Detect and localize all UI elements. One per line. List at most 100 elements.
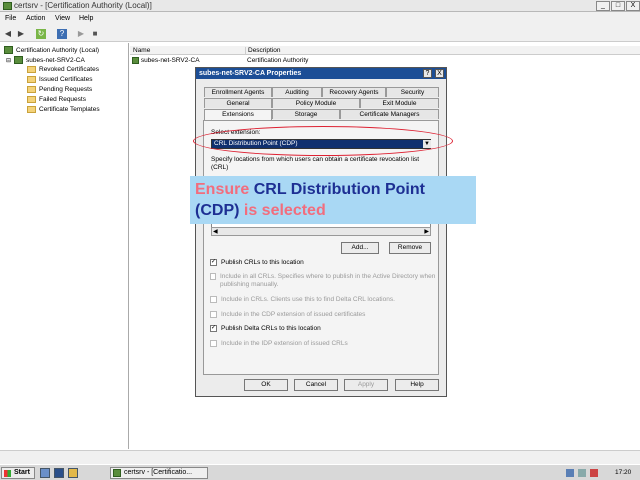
menu-file[interactable]: File: [5, 15, 16, 22]
menu-action[interactable]: Action: [26, 15, 45, 22]
option-label: Include in all CRLs. Specifies where to …: [219, 273, 436, 288]
dialog-title: subes-net-SRV2-CA Properties: [196, 68, 446, 79]
refresh-icon[interactable]: ↻: [36, 29, 46, 39]
option-include-in-all-crls[interactable]: Include in all CRLs. Specifies where to …: [210, 273, 440, 289]
action-center-icon[interactable]: [590, 469, 598, 477]
tab-auditing[interactable]: Auditing: [272, 87, 322, 97]
menu-view[interactable]: View: [55, 15, 70, 22]
extension-description: Specify locations from which users can o…: [211, 156, 420, 171]
window-title-bar: certsrv - [Certification Authority (Loca…: [0, 0, 640, 12]
clock[interactable]: 17:20: [615, 469, 631, 476]
forward-icon[interactable]: ▶: [16, 29, 26, 39]
tab-general[interactable]: General: [204, 98, 272, 108]
tab-exit-module[interactable]: Exit Module: [360, 98, 439, 108]
tree-item-issued[interactable]: Issued Certificates: [27, 76, 92, 83]
tree-item-label: Issued Certificates: [39, 76, 93, 83]
scroll-right-icon[interactable]: ▶: [424, 228, 429, 235]
ca-server-icon: [14, 56, 24, 64]
console-tree: Certification Authority (Local) ⊟ subes-…: [0, 43, 129, 449]
callout-cdp-abbr: (CDP): [195, 202, 240, 219]
tab-policy-module[interactable]: Policy Module: [272, 98, 360, 108]
option-include-cdp[interactable]: Include in the CDP extension of issued c…: [210, 311, 365, 318]
status-bar: [0, 450, 640, 464]
instruction-callout: Ensure CRL Distribution Point (CDP) is s…: [190, 176, 476, 224]
add-button[interactable]: Add...: [341, 242, 379, 254]
tab-storage[interactable]: Storage: [272, 109, 340, 119]
menu-help[interactable]: Help: [79, 15, 93, 22]
list-item[interactable]: subes-net-SRV2-CA Certification Authorit…: [132, 57, 308, 65]
tree-item-revoked[interactable]: Revoked Certificates: [27, 66, 99, 73]
tree-item-label: Revoked Certificates: [39, 66, 99, 73]
toolbar: ◀ ▶ ↻ ? ▶ ■: [0, 26, 640, 42]
tab-extensions[interactable]: Extensions: [204, 109, 272, 120]
option-publish-crls[interactable]: ✓ Publish CRLs to this location: [210, 259, 304, 266]
option-include-in-crls[interactable]: Include in CRLs. Clients use this to fin…: [210, 296, 395, 303]
window-title: certsrv - [Certification Authority (Loca…: [14, 1, 152, 10]
tree-item-templates[interactable]: Certificate Templates: [27, 106, 100, 113]
help-icon[interactable]: ?: [57, 29, 67, 39]
tab-recovery-agents[interactable]: Recovery Agents: [322, 87, 386, 97]
list-item-name: subes-net-SRV2-CA: [140, 57, 200, 65]
tab-certificate-managers[interactable]: Certificate Managers: [340, 109, 439, 119]
column-name[interactable]: Name: [133, 47, 150, 54]
column-header: Name Description: [130, 46, 640, 55]
minimize-button[interactable]: _: [596, 1, 610, 11]
taskbar-certsrv-label: certsrv - [Certificatio...: [124, 469, 193, 476]
tree-item-pending[interactable]: Pending Requests: [27, 86, 92, 93]
network-icon[interactable]: [566, 469, 574, 477]
folder-icon: [27, 96, 36, 103]
option-publish-delta-crls[interactable]: ✓ Publish Delta CRLs to this location: [210, 325, 321, 332]
explorer-icon[interactable]: [68, 468, 78, 478]
properties-dialog: subes-net-SRV2-CA Properties ? X Enrollm…: [195, 67, 447, 397]
tree-item-label: Pending Requests: [39, 86, 93, 93]
back-icon[interactable]: ◀: [3, 29, 13, 39]
list-item-description: Certification Authority: [247, 57, 309, 64]
ca-icon: [132, 57, 139, 64]
checkbox-publish-crls[interactable]: ✓: [210, 259, 217, 266]
start-button[interactable]: Start: [1, 467, 35, 479]
folder-icon: [27, 86, 36, 93]
apply-button[interactable]: Apply: [344, 379, 388, 391]
close-button[interactable]: X: [626, 1, 640, 11]
menu-bar: File Action View Help: [0, 12, 640, 26]
checkbox-include-idp[interactable]: [210, 340, 217, 347]
option-include-idp[interactable]: Include in the IDP extension of issued C…: [210, 340, 348, 347]
checkbox-include-cdp[interactable]: [210, 311, 217, 318]
server-manager-icon[interactable]: [40, 468, 50, 478]
tree-root[interactable]: Certification Authority (Local): [4, 46, 99, 54]
dialog-close-button[interactable]: X: [435, 69, 444, 78]
certsrv-task-icon: [113, 469, 121, 477]
column-description[interactable]: Description: [245, 47, 281, 54]
ca-root-icon: [4, 46, 13, 54]
tab-enrollment-agents[interactable]: Enrollment Agents: [204, 87, 272, 97]
option-label: Include in CRLs. Clients use this to fin…: [221, 296, 395, 303]
dialog-help-button[interactable]: ?: [423, 69, 432, 78]
tree-ca-node[interactable]: ⊟ subes-net-SRV2-CA: [6, 56, 85, 64]
callout-is-selected: is selected: [243, 202, 326, 219]
option-label: Include in the IDP extension of issued C…: [221, 340, 348, 347]
tree-root-label: Certification Authority (Local): [16, 46, 100, 54]
checkbox-publish-delta-crls[interactable]: ✓: [210, 325, 217, 332]
folder-icon: [27, 66, 36, 73]
scroll-left-icon[interactable]: ◀: [213, 228, 218, 235]
maximize-button[interactable]: □: [611, 1, 625, 11]
ok-button[interactable]: OK: [244, 379, 288, 391]
start-service-icon[interactable]: ▶: [76, 29, 86, 39]
cancel-button[interactable]: Cancel: [294, 379, 338, 391]
tree-item-label: Failed Requests: [39, 96, 86, 103]
checkbox-include-all-crls[interactable]: [210, 273, 216, 280]
tab-security[interactable]: Security: [386, 87, 439, 97]
volume-icon[interactable]: [578, 469, 586, 477]
folder-icon: [27, 76, 36, 83]
collapse-icon[interactable]: ⊟: [6, 57, 11, 64]
remove-button[interactable]: Remove: [389, 242, 431, 254]
powershell-icon[interactable]: [54, 468, 64, 478]
tree-ca-label: subes-net-SRV2-CA: [26, 56, 85, 64]
horizontal-scrollbar[interactable]: ◀ ▶: [211, 227, 431, 236]
stop-service-icon[interactable]: ■: [90, 29, 100, 39]
tree-item-failed[interactable]: Failed Requests: [27, 96, 86, 103]
certsrv-app-icon: [3, 2, 12, 10]
help-button[interactable]: Help: [395, 379, 439, 391]
checkbox-include-crls[interactable]: [210, 296, 217, 303]
taskbar-certsrv-button[interactable]: certsrv - [Certificatio...: [110, 467, 208, 479]
